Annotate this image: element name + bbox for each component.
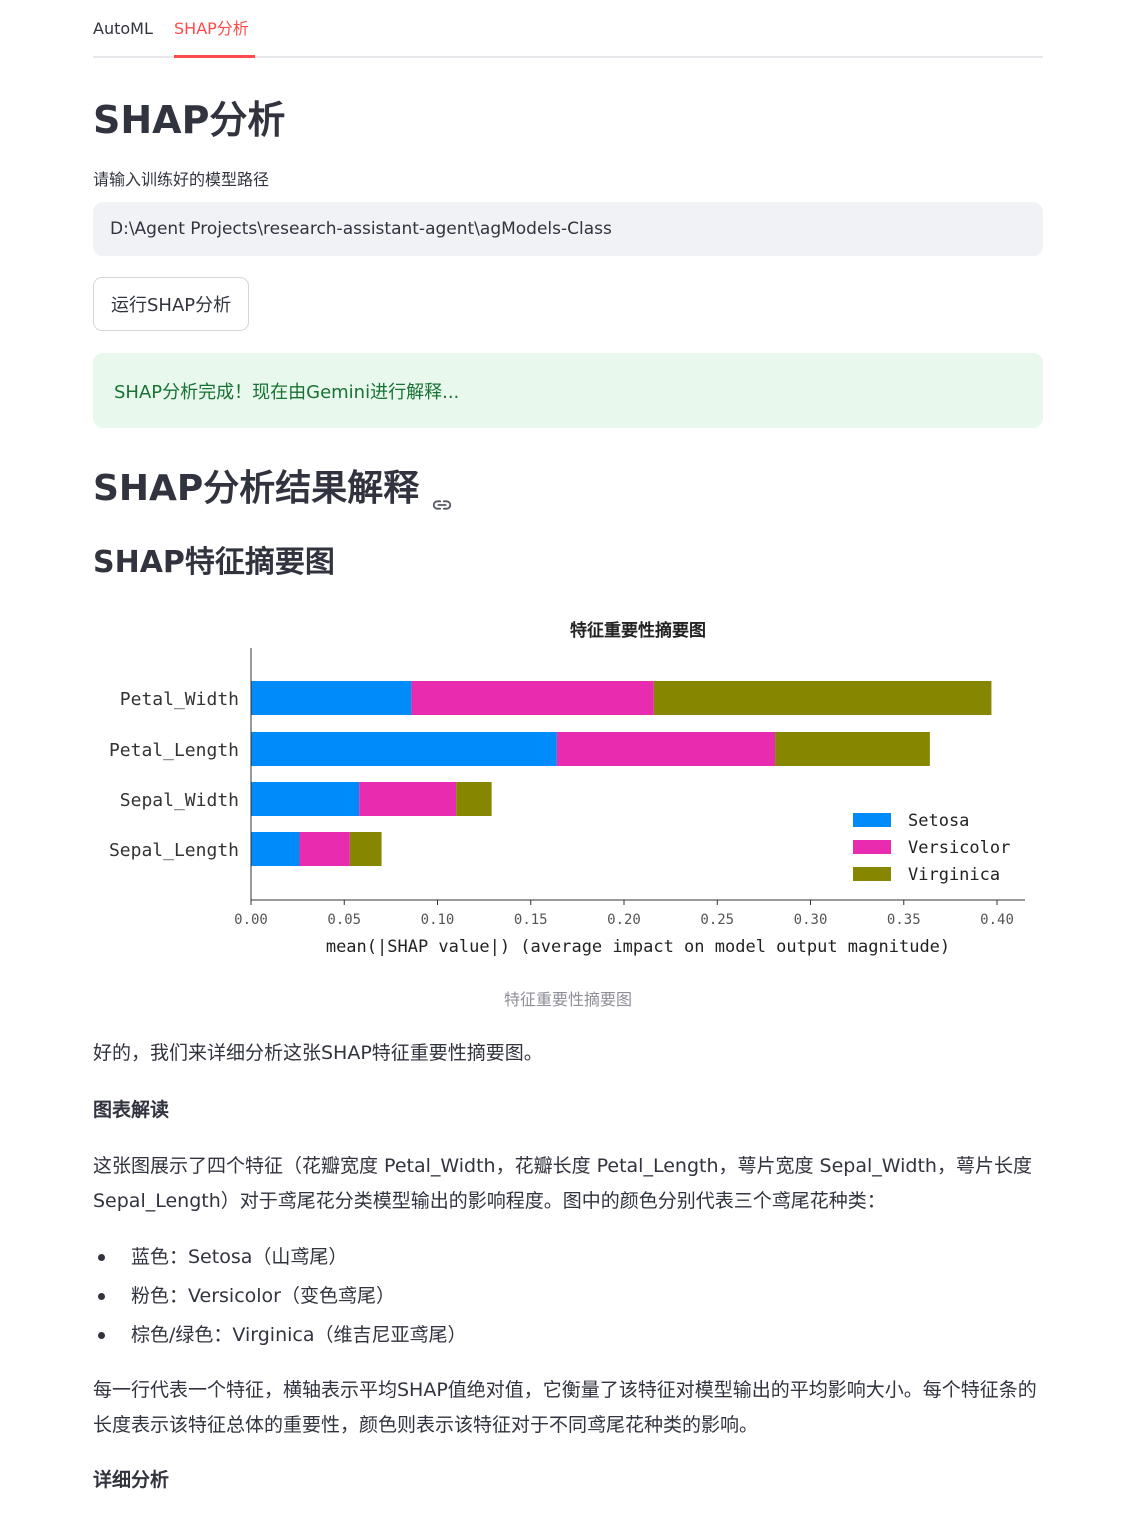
- bar: [411, 681, 654, 715]
- x-tick-label: 0.40: [980, 912, 1014, 928]
- bar: [456, 782, 492, 816]
- list-item: 蓝色：Setosa（山鸢尾）: [93, 1238, 467, 1277]
- bar: [251, 832, 300, 866]
- x-tick-label: 0.00: [234, 912, 268, 928]
- bar: [251, 782, 360, 816]
- bar: [359, 782, 457, 816]
- section-title-chart-reading: 图表解读: [93, 1099, 170, 1121]
- bar: [349, 832, 382, 866]
- color-legend-list: 蓝色：Setosa（山鸢尾） 粉色：Versicolor（变色鸢尾） 棕色/绿色…: [93, 1238, 467, 1355]
- x-tick-label: 0.05: [327, 912, 361, 928]
- bar: [775, 732, 930, 766]
- success-message: SHAP分析完成！现在由Gemini进行解释...: [114, 381, 460, 403]
- list-item: 棕色/绿色：Virginica（维吉尼亚鸢尾）: [93, 1316, 467, 1355]
- intro-paragraph: 好的，我们来详细分析这张SHAP特征重要性摘要图。: [93, 1042, 543, 1064]
- tab-shap-analysis[interactable]: SHAP分析: [174, 18, 249, 40]
- x-tick-label: 0.15: [514, 912, 548, 928]
- legend-swatch: [853, 867, 891, 881]
- page-title: SHAP分析: [93, 98, 286, 142]
- results-heading: SHAP分析结果解释: [93, 462, 453, 516]
- y-tick-label: Sepal_Length: [109, 840, 239, 861]
- bar: [556, 732, 776, 766]
- legend-label: Virginica: [908, 865, 1000, 885]
- section-title-detailed-analysis: 详细分析: [93, 1469, 170, 1491]
- y-tick-label: Sepal_Width: [120, 790, 239, 811]
- success-alert: SHAP分析完成！现在由Gemini进行解释...: [93, 353, 1043, 428]
- chart-title: 特征重要性摘要图: [570, 620, 706, 641]
- bar: [299, 832, 350, 866]
- bar: [653, 681, 992, 715]
- main-content: AutoML SHAP分析 SHAP分析 请输入训练好的模型路径 运行SHAP分…: [93, 0, 1043, 1491]
- shap-summary-chart: 特征重要性摘要图 Petal_Width Petal_Length Sepal_Wid…: [93, 608, 1043, 973]
- results-heading-text: SHAP分析结果解释: [93, 468, 420, 509]
- active-tab-indicator: [174, 55, 255, 58]
- chart-reading-paragraph: 这张图展示了四个特征（花瓣宽度 Petal_Width，花瓣长度 Petal_L…: [93, 1155, 1032, 1212]
- legend-label: Setosa: [908, 811, 969, 831]
- x-tick-label: 0.20: [607, 912, 641, 928]
- x-tick-label: 0.35: [887, 912, 921, 928]
- legend-swatch: [853, 840, 891, 854]
- run-shap-button[interactable]: 运行SHAP分析: [93, 277, 250, 331]
- y-tick-label: Petal_Width: [120, 689, 239, 710]
- explanation-paragraph: 每一行代表一个特征，横轴表示平均SHAP值绝对值，它衡量了该特征对模型输出的平均…: [93, 1379, 1037, 1436]
- model-path-label: 请输入训练好的模型路径: [93, 170, 270, 189]
- summary-heading: SHAP特征摘要图: [93, 545, 335, 580]
- bar: [251, 732, 557, 766]
- bar: [251, 681, 412, 715]
- chart-svg: 特征重要性摘要图 Petal_Width Petal_Length Sepal_Wid…: [109, 620, 1025, 957]
- legend-label: Versicolor: [908, 838, 1010, 858]
- list-item: 粉色：Versicolor（变色鸢尾）: [93, 1277, 467, 1316]
- chart-caption: 特征重要性摘要图: [503, 990, 632, 1009]
- x-tick-label: 0.25: [700, 912, 734, 928]
- tab-automl[interactable]: AutoML: [93, 18, 153, 40]
- y-tick-label: Petal_Length: [109, 740, 239, 761]
- x-axis-label: mean(|SHAP value|) (average impact on mo…: [326, 937, 950, 957]
- model-path-input[interactable]: [93, 202, 1043, 256]
- x-tick-label: 0.10: [421, 912, 455, 928]
- legend-swatch: [853, 813, 891, 827]
- link-icon[interactable]: [431, 478, 453, 510]
- x-tick-label: 0.30: [794, 912, 828, 928]
- tab-bar: AutoML SHAP分析: [93, 0, 1043, 58]
